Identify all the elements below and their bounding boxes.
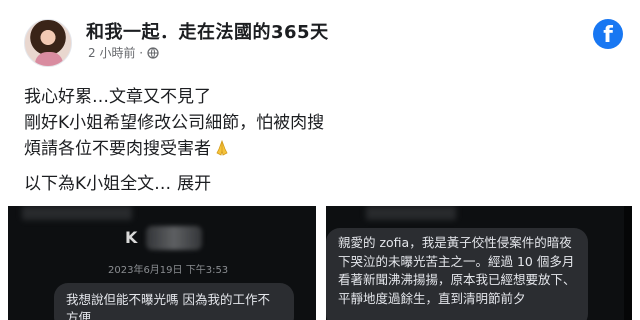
- globe-icon: [147, 47, 159, 62]
- post-time[interactable]: 2 小時前: [88, 46, 135, 60]
- folded-hands-icon: [216, 139, 228, 156]
- post-line-4: 以下為K小姐全文…: [24, 174, 172, 194]
- blurred-area: [22, 206, 132, 220]
- post-line-1: 我心好累…文章又不見了: [24, 87, 211, 107]
- blurred-contact-name: [146, 226, 202, 250]
- expand-link[interactable]: 展开: [177, 174, 211, 194]
- chat-screenshot-left[interactable]: K 2023年6月19日 下午3:53 我想說但能不曝光嗎 因為我的工作不方便: [8, 206, 316, 320]
- message-bubble: 親愛的 zofia，我是黃子佼性侵案件的暗夜下哭泣的未曝光苦主之一。經過 10 …: [326, 228, 588, 320]
- post-meta: 2 小時前 ·: [88, 44, 159, 62]
- post-line-4-wrapper: 以下為K小姐全文… 展开: [24, 171, 624, 197]
- message-bubble: 我想說但能不曝光嗎 因為我的工作不方便: [54, 283, 294, 320]
- message-text: 我想說但能不曝光嗎 因為我的工作不方便: [66, 292, 270, 320]
- page-author-name[interactable]: 和我一起．走在法國的365天: [86, 18, 329, 44]
- chat-timestamp: 2023年6月19日 下午3:53: [108, 265, 229, 276]
- post-line-3-wrapper: 煩請各位不要肉搜受害者: [24, 136, 624, 162]
- blurred-area: [366, 206, 456, 220]
- facebook-icon[interactable]: f: [593, 19, 623, 49]
- post-text: 我心好累…文章又不見了 剛好K小姐希望修改公司細節，怕被肉搜 煩請各位不要肉搜受…: [24, 84, 624, 197]
- image-edge: [624, 206, 632, 320]
- author-avatar[interactable]: [24, 19, 72, 67]
- chat-contact-initial: K: [125, 228, 138, 247]
- post-header: 和我一起．走在法國的365天 2 小時前 · f: [0, 0, 640, 72]
- chat-screenshot-right[interactable]: 親愛的 zofia，我是黃子佼性侵案件的暗夜下哭泣的未曝光苦主之一。經過 10 …: [326, 206, 632, 320]
- message-text: 親愛的 zofia，我是黃子佼性侵案件的暗夜下哭泣的未曝光苦主之一。經過 10 …: [338, 235, 576, 306]
- meta-separator: ·: [139, 46, 144, 60]
- post-line-3: 煩請各位不要肉搜受害者: [24, 139, 211, 159]
- post-line-2: 剛好K小姐希望修改公司細節，怕被肉搜: [24, 113, 325, 133]
